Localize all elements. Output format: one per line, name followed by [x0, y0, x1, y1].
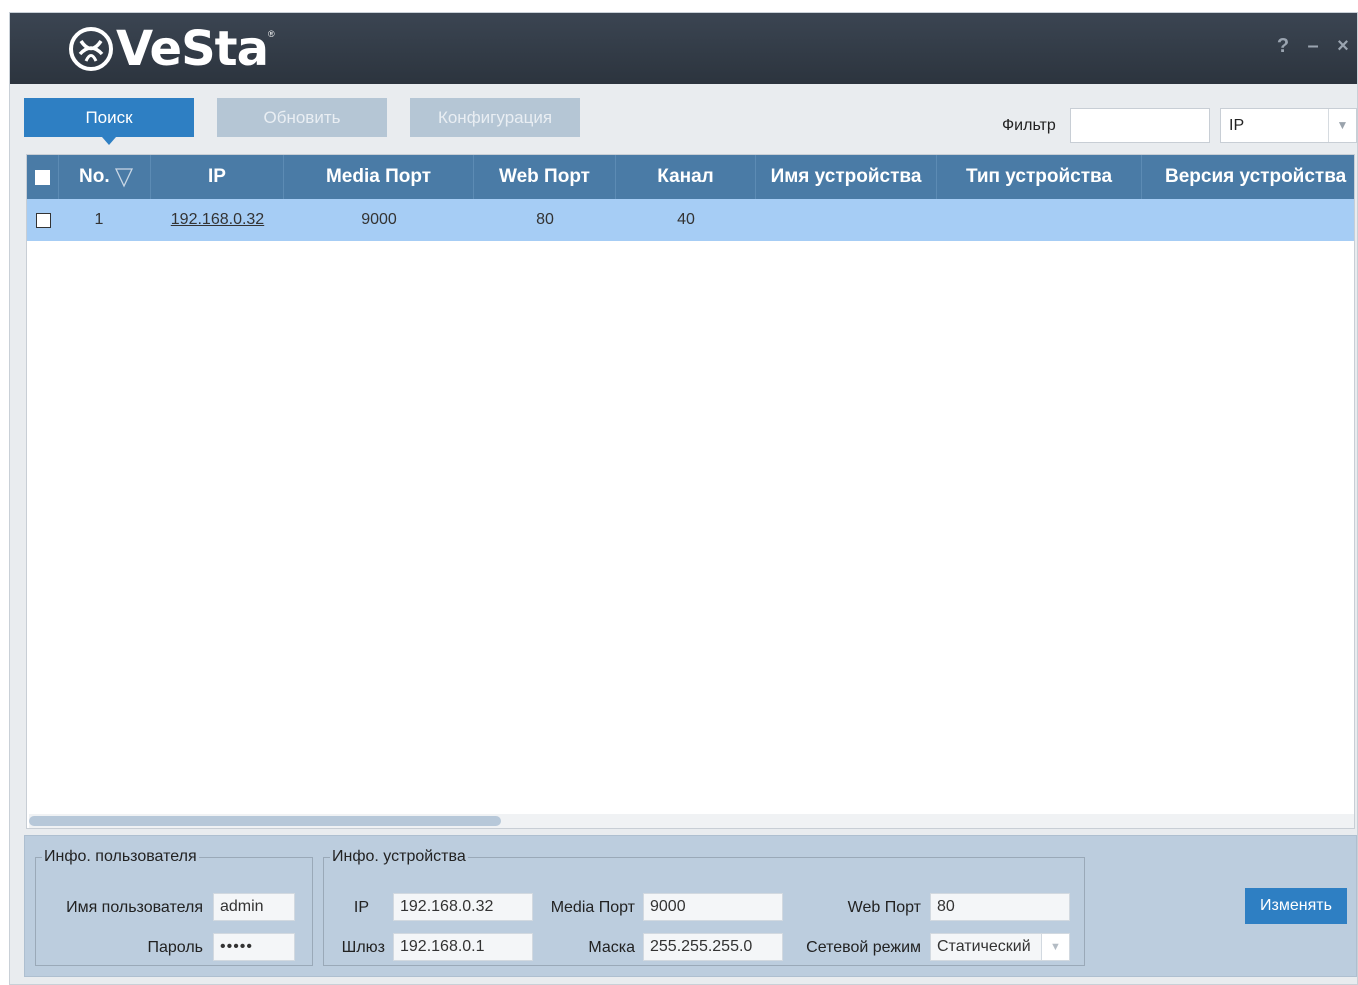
column-header-no[interactable]: No.: [59, 155, 151, 199]
info-panel: Инфо. пользователя Имя пользователя admi…: [24, 835, 1357, 977]
select-all-cell: [27, 155, 59, 199]
device-ip-field[interactable]: 192.168.0.32: [393, 893, 533, 921]
filter-input[interactable]: [1070, 108, 1210, 143]
device-ip-label: IP: [353, 899, 369, 916]
username-field[interactable]: admin: [213, 893, 295, 921]
row-checkbox[interactable]: [35, 212, 51, 228]
brand-registered-mark: ®: [267, 29, 275, 39]
filter-type-value: IP: [1229, 117, 1245, 134]
search-button[interactable]: Поиск: [24, 98, 194, 145]
filter-type-select[interactable]: IP ▼: [1220, 108, 1357, 143]
column-header-channel[interactable]: Канал: [616, 155, 756, 199]
web-port-label: Web Порт: [847, 899, 921, 916]
app-window: VeSta ® ? – × Поиск Обновить Конфигураци…: [9, 12, 1358, 985]
window-controls: ? – ×: [1275, 35, 1351, 58]
row-select-cell: [27, 199, 59, 241]
gateway-field[interactable]: 192.168.0.1: [393, 933, 533, 961]
user-info-legend: Инфо. пользователя: [44, 848, 197, 865]
column-header-device-name[interactable]: Имя устройства: [756, 155, 937, 199]
refresh-button[interactable]: Обновить: [217, 98, 387, 137]
column-header-ip[interactable]: IP: [151, 155, 284, 199]
modify-button[interactable]: Изменять: [1245, 888, 1347, 924]
configuration-button[interactable]: Конфигурация: [410, 98, 580, 137]
cell-device-type: [937, 199, 1142, 241]
column-no-label: No.: [79, 166, 110, 187]
help-button[interactable]: ?: [1275, 35, 1291, 58]
column-header-media-port[interactable]: Media Порт: [284, 155, 474, 199]
mask-label: Маска: [588, 939, 635, 956]
network-mode-label: Сетевой режим: [806, 939, 921, 956]
media-port-field[interactable]: 9000: [643, 893, 783, 921]
column-header-device-version[interactable]: Версия устройства: [1142, 155, 1354, 199]
filter-label: Фильтр: [1002, 117, 1056, 134]
username-label: Имя пользователя: [66, 899, 203, 916]
cell-channel: 40: [677, 211, 695, 228]
table-header: No. IP Media Порт Web Порт Канал Имя уст…: [27, 155, 1354, 199]
chevron-down-icon[interactable]: ▼: [1041, 934, 1069, 960]
horizontal-scrollbar[interactable]: [29, 814, 1354, 828]
table-row[interactable]: 1 192.168.0.32 9000 80 40: [27, 199, 1354, 241]
close-button[interactable]: ×: [1335, 35, 1351, 58]
cell-media-port: 9000: [361, 211, 397, 228]
cell-ip: 192.168.0.32: [151, 199, 284, 241]
vesta-logo: VeSta ®: [68, 23, 275, 75]
network-mode-select[interactable]: Статический ▼: [930, 933, 1070, 961]
cell-web-port: 80: [536, 211, 554, 228]
gateway-label: Шлюз: [341, 939, 385, 956]
select-all-checkbox[interactable]: [35, 169, 50, 185]
cell-no: 1: [94, 211, 104, 228]
media-port-label: Media Порт: [550, 899, 635, 916]
scrollbar-thumb[interactable]: [29, 816, 501, 826]
device-info-legend: Инфо. устройства: [332, 848, 466, 865]
cell-device-version: [1142, 199, 1354, 241]
cell-device-name: [756, 199, 937, 241]
chevron-down-icon[interactable]: ▼: [1328, 109, 1356, 142]
brand-name: VeSta: [116, 21, 269, 77]
network-mode-value: Статический: [937, 938, 1031, 955]
device-table: No. IP Media Порт Web Порт Канал Имя уст…: [26, 154, 1355, 829]
ip-link[interactable]: 192.168.0.32: [171, 211, 264, 229]
column-header-web-port[interactable]: Web Порт: [474, 155, 616, 199]
vesta-logo-icon: [69, 27, 113, 71]
title-bar: VeSta ® ? – ×: [10, 13, 1357, 84]
toolbar: Поиск Обновить Конфигурация Фильтр IP ▼: [10, 84, 1357, 154]
password-label: Пароль: [147, 939, 203, 956]
web-port-field[interactable]: 80: [930, 893, 1070, 921]
sort-icon: [114, 168, 133, 188]
password-field[interactable]: •••••: [213, 933, 295, 961]
minimize-button[interactable]: –: [1305, 35, 1321, 58]
mask-field[interactable]: 255.255.255.0: [643, 933, 783, 961]
column-header-device-type[interactable]: Тип устройства: [937, 155, 1142, 199]
